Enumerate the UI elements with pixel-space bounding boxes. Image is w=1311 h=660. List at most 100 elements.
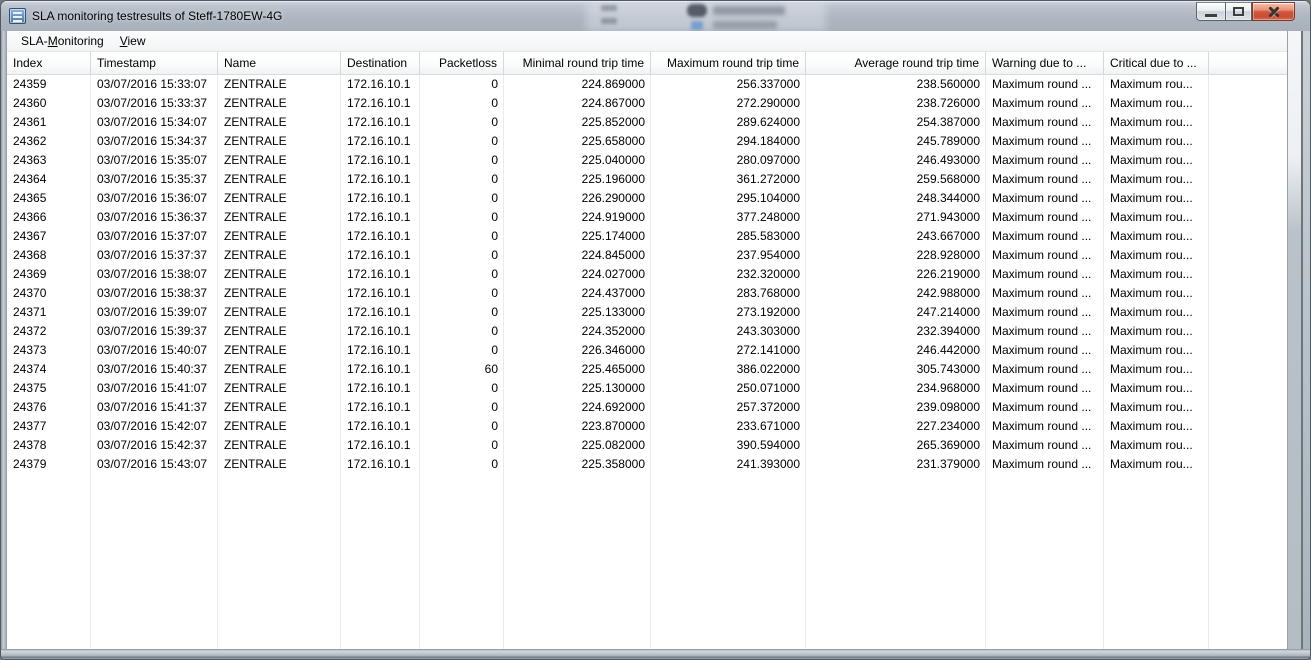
glass-artifact-toggle xyxy=(601,18,617,24)
table-row[interactable]: 2436903/07/2016 15:38:07ZENTRALE172.16.1… xyxy=(7,265,1287,284)
close-icon xyxy=(1267,6,1281,18)
cell-index: 24363 xyxy=(7,151,91,170)
cell-index: 24361 xyxy=(7,113,91,132)
cell-max_rtt: 361.272000 xyxy=(651,170,806,189)
cell-max_rtt: 295.104000 xyxy=(651,189,806,208)
cell-destination: 172.16.10.1 xyxy=(341,360,420,379)
cell-max_rtt: 386.022000 xyxy=(651,360,806,379)
header-cell-packetloss[interactable]: Packetloss xyxy=(420,52,504,74)
table-row[interactable]: 2437803/07/2016 15:42:37ZENTRALE172.16.1… xyxy=(7,436,1287,455)
maximize-button[interactable] xyxy=(1225,2,1252,21)
cell-name: ZENTRALE xyxy=(218,94,341,113)
table-row[interactable]: 2436503/07/2016 15:36:07ZENTRALE172.16.1… xyxy=(7,189,1287,208)
cell-packetloss: 0 xyxy=(420,398,504,417)
cell-avg_rtt: 259.568000 xyxy=(806,170,986,189)
cell-max_rtt: 250.071000 xyxy=(651,379,806,398)
cell-max_rtt: 241.393000 xyxy=(651,455,806,474)
table-row[interactable]: 2437703/07/2016 15:42:07ZENTRALE172.16.1… xyxy=(7,417,1287,436)
header-cell-destination[interactable]: Destination xyxy=(341,52,420,74)
glass-artifact-toggle xyxy=(601,5,617,11)
cell-warning: Maximum round ... xyxy=(986,246,1104,265)
cell-destination: 172.16.10.1 xyxy=(341,265,420,284)
header-cell-name[interactable]: Name xyxy=(218,52,341,74)
header-cell-avg_rtt[interactable]: Average round trip time xyxy=(806,52,986,74)
table-row[interactable]: 2437503/07/2016 15:41:07ZENTRALE172.16.1… xyxy=(7,379,1287,398)
cell-avg_rtt: 271.943000 xyxy=(806,208,986,227)
cell-min_rtt: 224.352000 xyxy=(504,322,651,341)
table-row[interactable]: 2437303/07/2016 15:40:07ZENTRALE172.16.1… xyxy=(7,341,1287,360)
cell-critical: Maximum rou... xyxy=(1104,341,1209,360)
cell-critical: Maximum rou... xyxy=(1104,75,1209,94)
cell-critical: Maximum rou... xyxy=(1104,379,1209,398)
cell-critical: Maximum rou... xyxy=(1104,455,1209,474)
cell-critical: Maximum rou... xyxy=(1104,417,1209,436)
cell-critical: Maximum rou... xyxy=(1104,189,1209,208)
cell-critical: Maximum rou... xyxy=(1104,227,1209,246)
header-cell-index[interactable]: Index xyxy=(7,52,91,74)
cell-timestamp: 03/07/2016 15:40:37 xyxy=(91,360,218,379)
table-row[interactable]: 2436203/07/2016 15:34:37ZENTRALE172.16.1… xyxy=(7,132,1287,151)
cell-packetloss: 0 xyxy=(420,436,504,455)
cell-avg_rtt: 245.789000 xyxy=(806,132,986,151)
cell-max_rtt: 243.303000 xyxy=(651,322,806,341)
header-cell-min_rtt[interactable]: Minimal round trip time xyxy=(504,52,651,74)
cell-destination: 172.16.10.1 xyxy=(341,170,420,189)
cell-warning: Maximum round ... xyxy=(986,303,1104,322)
cell-warning: Maximum round ... xyxy=(986,379,1104,398)
minimize-button[interactable] xyxy=(1196,2,1225,21)
cell-min_rtt: 226.290000 xyxy=(504,189,651,208)
window-border-bottom xyxy=(1,649,1310,659)
header-cell-warning[interactable]: Warning due to ... xyxy=(986,52,1104,74)
header-cell-timestamp[interactable]: Timestamp xyxy=(91,52,218,74)
cell-index: 24378 xyxy=(7,436,91,455)
cell-min_rtt: 225.130000 xyxy=(504,379,651,398)
menu-view[interactable]: View xyxy=(112,32,154,51)
table-row[interactable]: 2437103/07/2016 15:39:07ZENTRALE172.16.1… xyxy=(7,303,1287,322)
cell-timestamp: 03/07/2016 15:39:37 xyxy=(91,322,218,341)
cell-timestamp: 03/07/2016 15:38:37 xyxy=(91,284,218,303)
titlebar[interactable]: SLA monitoring testresults of Steff-1780… xyxy=(1,1,1310,31)
cell-index: 24377 xyxy=(7,417,91,436)
cell-max_rtt: 232.320000 xyxy=(651,265,806,284)
cell-timestamp: 03/07/2016 15:35:07 xyxy=(91,151,218,170)
cell-timestamp: 03/07/2016 15:36:07 xyxy=(91,189,218,208)
cell-timestamp: 03/07/2016 15:33:37 xyxy=(91,94,218,113)
cell-avg_rtt: 305.743000 xyxy=(806,360,986,379)
cell-critical: Maximum rou... xyxy=(1104,208,1209,227)
client-area: SLA-Monitoring View IndexTimestampNameDe… xyxy=(7,31,1287,649)
cell-packetloss: 0 xyxy=(420,341,504,360)
table-row[interactable]: 2437903/07/2016 15:43:07ZENTRALE172.16.1… xyxy=(7,455,1287,474)
cell-warning: Maximum round ... xyxy=(986,132,1104,151)
cell-index: 24376 xyxy=(7,398,91,417)
cell-warning: Maximum round ... xyxy=(986,341,1104,360)
table-row[interactable]: 2436803/07/2016 15:37:37ZENTRALE172.16.1… xyxy=(7,246,1287,265)
table-row[interactable]: 2436603/07/2016 15:36:37ZENTRALE172.16.1… xyxy=(7,208,1287,227)
cell-index: 24368 xyxy=(7,246,91,265)
table-row[interactable]: 2437403/07/2016 15:40:37ZENTRALE172.16.1… xyxy=(7,360,1287,379)
cell-packetloss: 0 xyxy=(420,284,504,303)
cell-packetloss: 0 xyxy=(420,322,504,341)
table-row[interactable]: 2437003/07/2016 15:38:37ZENTRALE172.16.1… xyxy=(7,284,1287,303)
cell-name: ZENTRALE xyxy=(218,322,341,341)
cell-name: ZENTRALE xyxy=(218,170,341,189)
cell-critical: Maximum rou... xyxy=(1104,132,1209,151)
cell-packetloss: 0 xyxy=(420,151,504,170)
table-rows: 2435903/07/2016 15:33:07ZENTRALE172.16.1… xyxy=(7,75,1287,649)
close-button[interactable] xyxy=(1252,2,1295,21)
table-row[interactable]: 2436003/07/2016 15:33:37ZENTRALE172.16.1… xyxy=(7,94,1287,113)
table-row[interactable]: 2435903/07/2016 15:33:07ZENTRALE172.16.1… xyxy=(7,75,1287,94)
cell-max_rtt: 283.768000 xyxy=(651,284,806,303)
cell-destination: 172.16.10.1 xyxy=(341,379,420,398)
table-row[interactable]: 2437203/07/2016 15:39:37ZENTRALE172.16.1… xyxy=(7,322,1287,341)
menu-sla-monitoring[interactable]: SLA-Monitoring xyxy=(13,32,112,51)
table-row[interactable]: 2436303/07/2016 15:35:07ZENTRALE172.16.1… xyxy=(7,151,1287,170)
table-row[interactable]: 2436103/07/2016 15:34:07ZENTRALE172.16.1… xyxy=(7,113,1287,132)
header-cell-critical[interactable]: Critical due to ... xyxy=(1104,52,1209,74)
minimize-icon xyxy=(1205,14,1217,17)
table-row[interactable]: 2436403/07/2016 15:35:37ZENTRALE172.16.1… xyxy=(7,170,1287,189)
header-cell-max_rtt[interactable]: Maximum round trip time xyxy=(651,52,806,74)
cell-index: 24366 xyxy=(7,208,91,227)
header-filler xyxy=(1209,52,1287,74)
table-row[interactable]: 2437603/07/2016 15:41:37ZENTRALE172.16.1… xyxy=(7,398,1287,417)
table-row[interactable]: 2436703/07/2016 15:37:07ZENTRALE172.16.1… xyxy=(7,227,1287,246)
